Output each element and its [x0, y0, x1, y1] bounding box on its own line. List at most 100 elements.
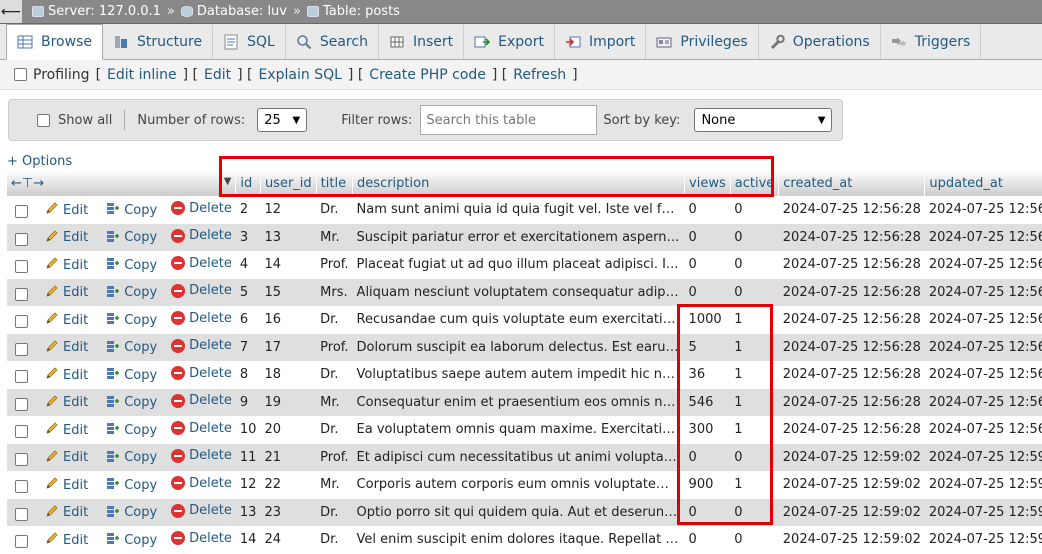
edit-row-link[interactable]: Edit	[45, 284, 88, 302]
cell-user-id[interactable]: 17	[260, 333, 317, 361]
table-row[interactable]: Edit Copy Delete 6 16 Dr. Recusandae cum quis …	[7, 306, 1042, 334]
cell-created-at[interactable]: 2024-07-25 12:56:28	[778, 223, 925, 251]
cell-created-at[interactable]: 2024-07-25 12:56:28	[778, 388, 925, 416]
copy-row-link[interactable]: Copy	[106, 201, 157, 219]
cell-id[interactable]: 11	[235, 443, 261, 471]
row-checkbox[interactable]	[15, 205, 28, 218]
delete-row-link[interactable]: Delete	[171, 448, 232, 463]
cell-updated-at[interactable]: 2024-07-25 12:56:28	[924, 333, 1042, 361]
cell-title[interactable]: Prof.	[316, 333, 353, 361]
table-row[interactable]: Edit Copy Delete 5 15 Mrs. Aliquam nesciunt vo…	[7, 278, 1042, 306]
cell-created-at[interactable]: 2024-07-25 12:56:28	[778, 278, 925, 306]
cell-updated-at[interactable]: 2024-07-25 12:56:28	[924, 306, 1042, 334]
edit-row-link[interactable]: Edit	[45, 366, 88, 384]
cell-updated-at[interactable]: 2024-07-25 12:56:28	[924, 361, 1042, 389]
cell-views[interactable]: 0	[684, 251, 731, 279]
edit-row-link[interactable]: Edit	[45, 531, 88, 549]
copy-row-link[interactable]: Copy	[106, 256, 157, 274]
cell-views[interactable]: 0	[684, 278, 731, 306]
cell-active[interactable]: 0	[730, 223, 779, 251]
delete-row-link[interactable]: Delete	[171, 476, 232, 491]
breadcrumb-server[interactable]: Server: 127.0.0.1	[32, 4, 161, 19]
breadcrumb-table-label[interactable]: Table: posts	[323, 4, 400, 19]
copy-row-link[interactable]: Copy	[106, 366, 157, 384]
copy-row-link[interactable]: Copy	[106, 476, 157, 494]
table-row[interactable]: Edit Copy Delete 10 20 Dr. Ea voluptatem omnis…	[7, 416, 1042, 444]
cell-description[interactable]: Optio porro sit qui quidem quia. Aut et …	[352, 498, 685, 526]
cell-description[interactable]: Ea voluptatem omnis quam maxime. Exercit…	[352, 416, 685, 444]
filter-input[interactable]: Search this table	[420, 105, 598, 135]
explain-sql-link[interactable]: Explain SQL	[259, 67, 342, 83]
cell-id[interactable]: 13	[235, 498, 261, 526]
column-active[interactable]: active	[730, 170, 780, 196]
cell-description[interactable]: Aliquam nesciunt voluptatem consequatur …	[352, 278, 685, 306]
cell-views[interactable]: 0	[684, 223, 731, 251]
copy-row-link[interactable]: Copy	[106, 421, 157, 439]
copy-row-link[interactable]: Copy	[106, 284, 157, 302]
breadcrumb-database[interactable]: Database: luv	[180, 4, 287, 19]
cell-title[interactable]: Prof.	[316, 443, 353, 471]
cell-active[interactable]: 0	[730, 278, 779, 306]
profiling-checkbox[interactable]	[14, 68, 27, 81]
cell-title[interactable]: Dr.	[316, 361, 353, 389]
table-row[interactable]: Edit Copy Delete 2 12 Dr. Nam sunt animi quia …	[7, 196, 1042, 224]
edit-row-link[interactable]: Edit	[45, 201, 88, 219]
cell-id[interactable]: 9	[235, 388, 261, 416]
cell-title[interactable]: Prof.	[316, 251, 353, 279]
tab-browse[interactable]: Browse	[6, 24, 103, 60]
column-views[interactable]: views	[684, 170, 731, 196]
copy-row-link[interactable]: Copy	[106, 339, 157, 357]
cell-id[interactable]: 12	[235, 471, 261, 499]
cell-title[interactable]: Mr.	[316, 471, 353, 499]
row-checkbox[interactable]	[15, 342, 28, 356]
cell-views[interactable]: 546	[684, 388, 731, 416]
cell-user-id[interactable]: 12	[260, 196, 317, 224]
cell-active[interactable]: 1	[730, 333, 779, 361]
column-description[interactable]: description	[352, 170, 686, 196]
cell-id[interactable]: 10	[235, 416, 261, 444]
table-row[interactable]: Edit Copy Delete 4 14 Prof. Placeat fugiat ut …	[7, 251, 1042, 279]
edit-link[interactable]: Edit	[204, 67, 231, 83]
delete-row-link[interactable]: Delete	[171, 503, 232, 518]
edit-row-link[interactable]: Edit	[45, 449, 88, 467]
cell-views[interactable]: 900	[684, 471, 731, 499]
cell-title[interactable]: Dr.	[316, 416, 353, 444]
edit-row-link[interactable]: Edit	[45, 311, 88, 329]
cell-user-id[interactable]: 13	[260, 223, 317, 251]
tab-sql[interactable]: SQL	[213, 25, 286, 59]
edit-row-link[interactable]: Edit	[45, 421, 88, 439]
cell-views[interactable]: 0	[684, 526, 731, 554]
cell-user-id[interactable]: 14	[260, 251, 317, 279]
cell-id[interactable]: 8	[235, 361, 261, 389]
cell-title[interactable]: Mrs.	[316, 278, 353, 306]
column-title[interactable]: title	[316, 170, 354, 196]
cell-created-at[interactable]: 2024-07-25 12:56:28	[778, 306, 925, 334]
edit-row-link[interactable]: Edit	[45, 504, 88, 522]
column-id[interactable]: id	[235, 170, 261, 196]
table-row[interactable]: Edit Copy Delete 9 19 Mr. Consequatur enim et …	[7, 388, 1042, 416]
cell-active[interactable]: 0	[730, 196, 779, 224]
cell-description[interactable]: Consequatur enim et praesentium eos omni…	[352, 388, 685, 416]
cell-views[interactable]: 36	[684, 361, 731, 389]
edit-row-link[interactable]: Edit	[45, 256, 88, 274]
edit-row-link[interactable]: Edit	[45, 229, 88, 247]
cell-description[interactable]: Nam sunt animi quia id quia fugit vel. I…	[352, 196, 685, 224]
cell-user-id[interactable]: 22	[260, 471, 317, 499]
tab-insert[interactable]: Insert	[379, 25, 465, 59]
tab-import[interactable]: Import	[555, 25, 647, 59]
cell-user-id[interactable]: 15	[260, 278, 317, 306]
delete-row-link[interactable]: Delete	[171, 228, 232, 243]
cell-active[interactable]: 0	[730, 498, 779, 526]
cell-user-id[interactable]: 24	[260, 526, 317, 554]
delete-row-link[interactable]: Delete	[171, 393, 232, 408]
refresh-link[interactable]: Refresh	[513, 67, 566, 83]
cell-created-at[interactable]: 2024-07-25 12:56:28	[778, 251, 925, 279]
column-updated-at[interactable]: updated_at	[924, 170, 1042, 196]
tab-structure[interactable]: Structure	[103, 25, 214, 59]
cell-updated-at[interactable]: 2024-07-25 12:56:28	[924, 388, 1042, 416]
cell-title[interactable]: Mr.	[316, 223, 353, 251]
table-row[interactable]: Edit Copy Delete 13 23 Dr. Optio porro sit qui…	[7, 498, 1042, 526]
delete-row-link[interactable]: Delete	[171, 366, 232, 381]
delete-row-link[interactable]: Delete	[171, 283, 232, 298]
row-checkbox[interactable]	[15, 315, 28, 328]
